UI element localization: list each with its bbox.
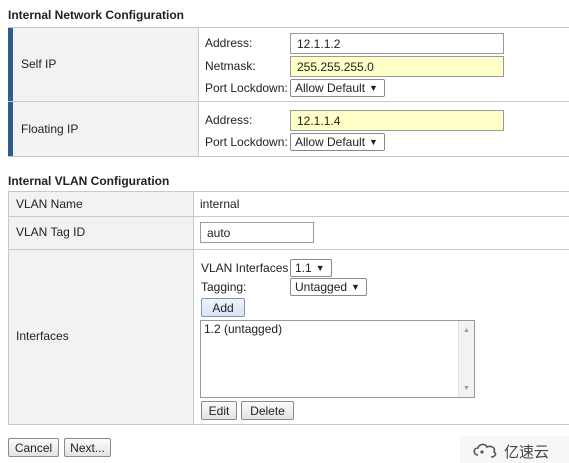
list-item[interactable]: 1.2 (untagged) [204,322,282,336]
self-ip-lockdown-label: Port Lockdown: [205,81,288,95]
select-value: Allow Default [295,81,366,95]
scroll-up-icon[interactable]: ▲ [459,323,474,337]
divider [193,191,194,425]
vlan-section-title: Internal VLAN Configuration [8,174,170,188]
delete-button[interactable]: Delete [241,401,294,420]
self-ip-label: Self IP [21,57,57,71]
divider [8,156,569,157]
watermark: 亿速云 [460,436,569,463]
self-ip-address-input[interactable] [290,33,504,54]
floating-ip-lockdown-label: Port Lockdown: [205,135,288,149]
divider [8,424,569,425]
select-value: Untagged [295,280,348,294]
network-section-title: Internal Network Configuration [8,8,185,22]
tagging-label: Tagging: [201,280,247,294]
select-value: 1.1 [295,261,312,275]
vlan-tag-label: VLAN Tag ID [16,225,86,239]
chevron-down-icon: ▼ [369,83,378,93]
vlan-name-label: VLAN Name [16,197,83,211]
self-ip-netmask-label: Netmask: [205,59,256,73]
chevron-down-icon: ▼ [351,282,360,292]
floating-ip-address-label: Address: [205,113,253,127]
tagging-select[interactable]: Untagged ▼ [290,278,367,296]
vlan-interfaces-select[interactable]: 1.1 ▼ [290,259,332,277]
cancel-button[interactable]: Cancel [8,438,59,457]
edit-button[interactable]: Edit [201,401,237,420]
interfaces-label: Interfaces [16,329,69,343]
self-ip-lockdown-select[interactable]: Allow Default ▼ [290,79,385,97]
floating-ip-lockdown-select[interactable]: Allow Default ▼ [290,133,385,151]
watermark-text: 亿速云 [504,444,550,461]
vlan-tag-input[interactable] [200,222,314,243]
cloud-logo-icon [473,443,497,458]
scroll-down-icon[interactable]: ▼ [459,381,474,395]
listbox-scrollbar[interactable]: ▲ ▼ [458,321,474,397]
next-button[interactable]: Next... [64,438,111,457]
select-value: Allow Default [295,135,366,149]
chevron-down-icon: ▼ [315,263,325,273]
vlan-interfaces-label: VLAN Interfaces [201,261,289,275]
row-accent-bar [8,28,13,101]
self-ip-netmask-input[interactable] [290,56,504,77]
add-button[interactable]: Add [201,298,245,317]
divider [198,27,199,157]
row-accent-bar [8,102,13,156]
floating-ip-address-input[interactable] [290,110,504,131]
floating-ip-label: Floating IP [21,122,79,136]
self-ip-address-label: Address: [205,36,253,50]
chevron-down-icon: ▼ [369,137,378,147]
interfaces-listbox[interactable]: 1.2 (untagged) ▲ ▼ [200,320,475,398]
vlan-name-value: internal [200,197,240,211]
